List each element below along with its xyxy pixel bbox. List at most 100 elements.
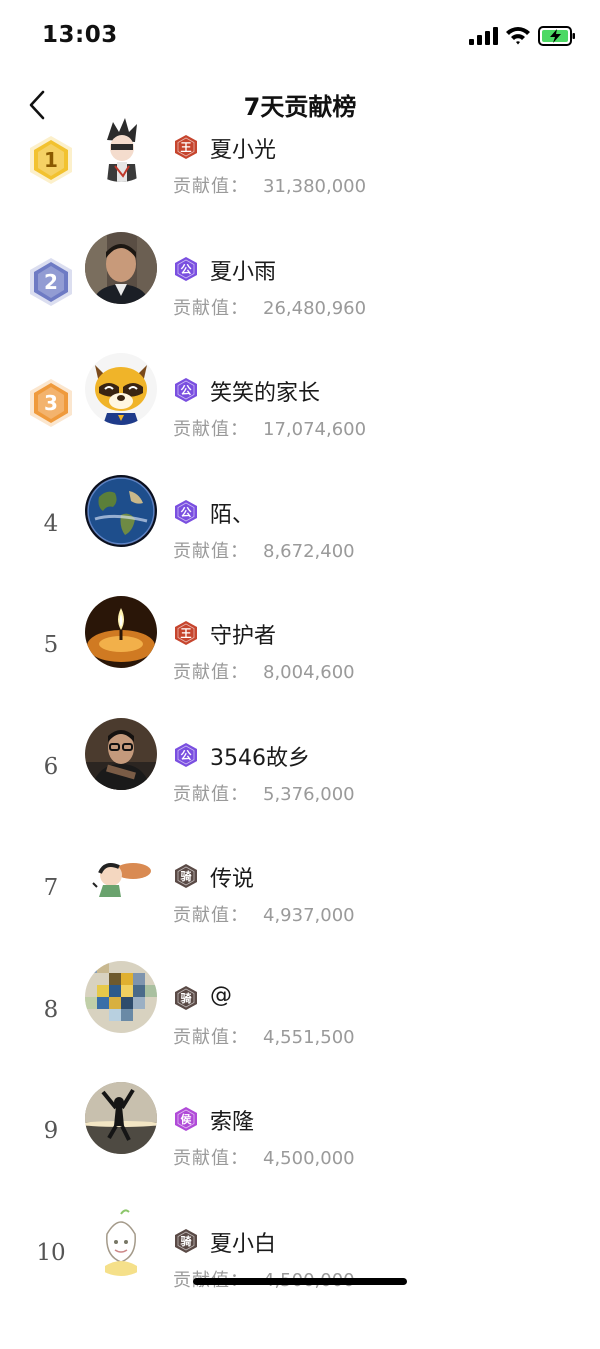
contribution-label: 贡献值： — [173, 662, 249, 683]
contribution-value: 17,074,600 — [263, 419, 367, 440]
leaderboard-row[interactable]: 7 骑 传说贡献值： 4,937,000 — [0, 839, 600, 984]
user-name[interactable]: 笑笑的家长 — [210, 375, 320, 407]
contribution-line: 贡献值： 31,380,000 — [173, 172, 366, 198]
leaderboard-row[interactable]: 4 公 陌、贡献值： 8,672,400 — [0, 475, 600, 620]
rank-title-badge-icon: 公 — [173, 499, 199, 525]
user-name[interactable]: 陌、 — [210, 497, 254, 529]
rank-title-badge-icon: 公 — [173, 742, 199, 768]
contribution-label: 贡献值： — [173, 298, 249, 319]
contribution-label: 贡献值： — [173, 905, 249, 926]
badge-text: 王 — [180, 627, 192, 640]
contribution-value: 4,500,000 — [263, 1148, 355, 1169]
user-name[interactable]: 传说 — [210, 861, 254, 893]
rank-medal-icon: 2 — [25, 256, 77, 308]
status-bar: 13:03 — [0, 0, 600, 72]
leaderboard-row[interactable]: 6 公 3546故乡贡献值： 5,376,000 — [0, 718, 600, 863]
user-avatar[interactable] — [85, 475, 157, 547]
badge-text: 侯 — [180, 1113, 192, 1126]
contribution-label: 贡献值： — [173, 541, 249, 562]
wifi-icon — [506, 27, 530, 45]
rank-number: 1 — [44, 148, 58, 172]
leaderboard-row[interactable]: 8 骑 @ 贡献值： 4,551,500 — [0, 961, 600, 1106]
rank-number: 2 — [44, 270, 58, 294]
user-avatar[interactable] — [85, 110, 157, 182]
rank-cell: 6 — [25, 742, 77, 794]
contribution-line: 贡献值： 4,551,500 — [173, 1023, 355, 1049]
contribution-value: 4,937,000 — [263, 905, 355, 926]
contribution-line: 贡献值： 8,004,600 — [173, 658, 355, 684]
contribution-value: 31,380,000 — [263, 176, 367, 197]
user-avatar[interactable] — [85, 353, 157, 425]
badge-text: 王 — [180, 141, 192, 154]
rank-number: 8 — [43, 997, 59, 1023]
contribution-label: 贡献值： — [173, 1027, 249, 1048]
rank-medal-icon: 1 — [25, 134, 77, 186]
rank-medal-icon: 3 — [25, 377, 77, 429]
badge-text: 骑 — [180, 1235, 192, 1248]
contribution-line: 贡献值： 17,074,600 — [173, 415, 366, 441]
battery-charging-icon — [538, 26, 575, 46]
user-avatar[interactable] — [85, 1082, 157, 1154]
contribution-value: 4,551,500 — [263, 1027, 355, 1048]
contribution-value: 8,672,400 — [263, 541, 355, 562]
rank-title-badge-icon: 王 — [173, 134, 199, 160]
rank-cell: 8 — [25, 985, 77, 1037]
contribution-label: 贡献值： — [173, 419, 249, 440]
cellular-signal-icon — [469, 27, 498, 45]
user-name[interactable]: @ — [210, 983, 232, 1008]
contribution-line: 贡献值： 4,500,000 — [173, 1144, 355, 1170]
user-avatar[interactable] — [85, 1204, 157, 1276]
user-avatar[interactable] — [85, 839, 157, 911]
rank-number: 4 — [43, 511, 59, 537]
rank-title-badge-icon: 王 — [173, 620, 199, 646]
user-name[interactable]: 夏小白 — [210, 1226, 276, 1258]
leaderboard-row[interactable]: 3 公 笑笑的家长贡献值： 17,074,600 — [0, 353, 600, 498]
user-name[interactable]: 3546故乡 — [210, 740, 310, 772]
leaderboard-row[interactable]: 1 王 夏小光贡献值： 31,380,000 — [0, 110, 600, 255]
leaderboard-row[interactable]: 9 侯 索隆贡献值： 4,500,000 — [0, 1082, 600, 1227]
rank-number: 7 — [43, 875, 59, 901]
badge-text: 骑 — [180, 870, 192, 883]
rank-title-badge-icon: 骑 — [173, 863, 199, 889]
user-name[interactable]: 守护者 — [210, 618, 276, 650]
rank-title-badge-icon: 骑 — [173, 1228, 199, 1254]
contribution-line: 贡献值： 4,937,000 — [173, 901, 355, 927]
rank-number: 10 — [36, 1240, 66, 1266]
rank-cell: 10 — [25, 1228, 77, 1280]
badge-text: 骑 — [180, 992, 192, 1005]
rank-cell: 9 — [25, 1106, 77, 1158]
badge-text: 公 — [180, 506, 192, 519]
rank-title-badge-icon: 侯 — [173, 1106, 199, 1132]
home-indicator — [193, 1278, 407, 1285]
user-name[interactable]: 索隆 — [210, 1104, 254, 1136]
contribution-value: 5,376,000 — [263, 784, 355, 805]
rank-title-badge-icon: 骑 — [173, 985, 199, 1011]
rank-title-badge-icon: 公 — [173, 377, 199, 403]
user-avatar[interactable] — [85, 961, 157, 1033]
leaderboard-row[interactable]: 2 公 夏小雨贡献值： 26,480,960 — [0, 232, 600, 377]
rank-number: 9 — [43, 1118, 59, 1144]
leaderboard-row[interactable]: 10骑夏小白贡献值：4,500,000 — [0, 1204, 600, 1349]
contribution-label: 贡献值： — [173, 176, 249, 197]
leaderboard-row[interactable]: 5 王 守护者贡献值： 8,004,600 — [0, 596, 600, 741]
rank-cell: 5 — [25, 620, 77, 672]
rank-cell: 4 — [25, 499, 77, 551]
contribution-label: 贡献值： — [173, 784, 249, 805]
page-title: 7天贡献榜 — [243, 93, 357, 121]
user-avatar[interactable] — [85, 596, 157, 668]
rank-title-badge-icon: 公 — [173, 256, 199, 282]
badge-text: 公 — [180, 384, 192, 397]
badge-text: 公 — [180, 749, 192, 762]
contribution-line: 贡献值： 26,480,960 — [173, 294, 366, 320]
rank-cell: 7 — [25, 863, 77, 915]
nav-bar: 7天贡献榜 — [0, 72, 600, 134]
status-time: 13:03 — [42, 22, 118, 48]
user-avatar[interactable] — [85, 232, 157, 304]
user-avatar[interactable] — [85, 718, 157, 790]
user-name[interactable]: 夏小雨 — [210, 254, 276, 286]
rank-number: 5 — [43, 632, 59, 658]
contribution-value: 8,004,600 — [263, 662, 355, 683]
user-name[interactable]: 夏小光 — [210, 132, 276, 164]
rank-number: 6 — [43, 754, 59, 780]
contribution-line: 贡献值： 8,672,400 — [173, 537, 355, 563]
